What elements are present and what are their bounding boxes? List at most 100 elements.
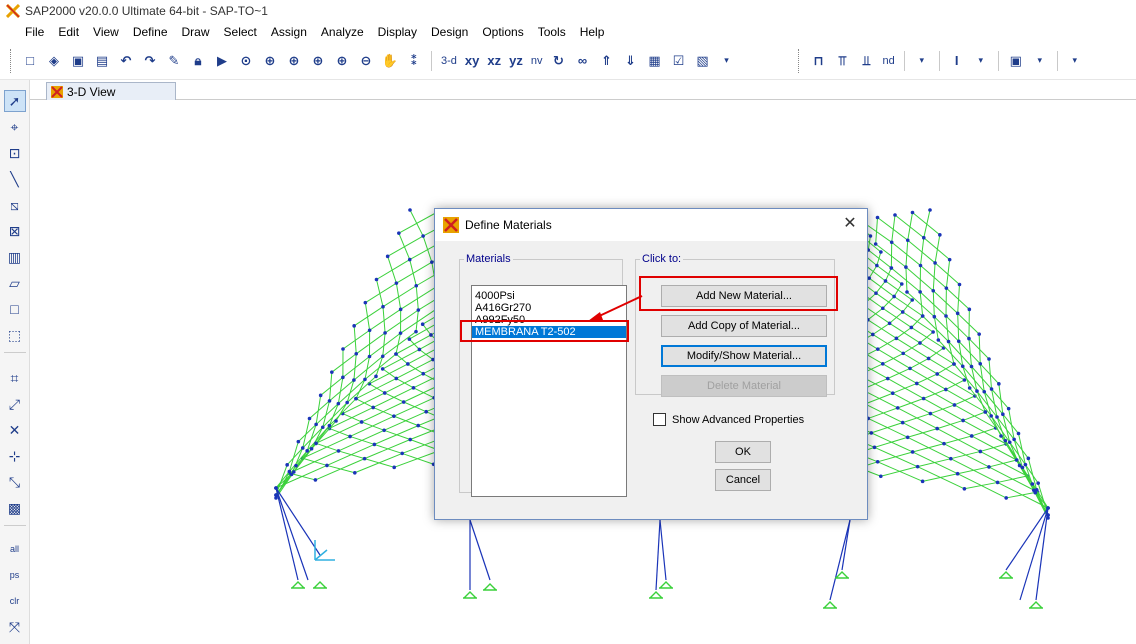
mesh-line <box>868 265 878 279</box>
zoom-out-icon[interactable]: ⊕ <box>332 51 352 71</box>
zoom-previous-icon[interactable]: ⊕ <box>284 51 304 71</box>
section-i-icon[interactable]: I <box>947 51 967 71</box>
menu-view[interactable]: View <box>86 25 126 39</box>
new-model-icon[interactable]: □ <box>20 51 40 71</box>
draw-section-cut-icon[interactable]: ⤡ <box>4 471 26 493</box>
rotate-view-icon[interactable]: ↻ <box>548 51 568 71</box>
set-display-icon[interactable]: ⁑ <box>404 51 424 71</box>
zoom-window-icon[interactable]: ⊕ <box>260 51 280 71</box>
intersect-select-icon[interactable]: ⤧ <box>4 616 26 638</box>
menu-file[interactable]: File <box>18 25 51 39</box>
draw-rect-area-icon[interactable]: □ <box>4 298 26 320</box>
dropdown-arrow-icon[interactable]: ▾ <box>1030 51 1050 71</box>
edit-pencil-icon[interactable]: ✎ <box>164 51 184 71</box>
draw-link-icon[interactable]: ⤢ <box>4 393 26 415</box>
previous-select-button[interactable]: ps <box>4 564 26 586</box>
mesh-node <box>417 347 422 352</box>
draw-special-joint-icon[interactable]: ⌗ <box>4 367 26 389</box>
menu-display[interactable]: Display <box>371 25 424 39</box>
mesh-line <box>962 366 971 389</box>
zoom-in-icon[interactable]: ⊕ <box>308 51 328 71</box>
ok-button[interactable]: OK <box>715 441 771 463</box>
view-3d-button[interactable]: 3-d <box>441 55 457 67</box>
save-icon[interactable]: ▣ <box>68 51 88 71</box>
checkbox-display-icon[interactable]: ☑ <box>668 51 688 71</box>
menu-design[interactable]: Design <box>424 25 475 39</box>
lock-icon[interactable]: 🔒︎ <box>188 51 208 71</box>
modify-show-material-button[interactable]: Modify/Show Material... <box>661 345 827 367</box>
frame-deformed-icon[interactable]: ⫫ <box>856 51 876 71</box>
menu-analyze[interactable]: Analyze <box>314 25 371 39</box>
quick-draw-area-icon[interactable]: ⬚ <box>4 324 26 346</box>
mesh-node <box>955 471 960 476</box>
quick-draw-secondary-icon[interactable]: ▥ <box>4 246 26 268</box>
materials-listbox[interactable]: 4000Psi A416Gr270 A992Fy50 MEMBRANA T2-5… <box>471 285 627 497</box>
pan-icon[interactable]: ✋ <box>380 51 400 71</box>
draw-frame-icon[interactable]: ╲ <box>4 168 26 190</box>
undo-icon[interactable]: ↶ <box>116 51 136 71</box>
quick-draw-braces-icon[interactable]: ⊠ <box>4 220 26 242</box>
menu-select[interactable]: Select <box>217 25 264 39</box>
redo-icon[interactable]: ↷ <box>140 51 160 71</box>
move-up-icon[interactable]: ⇑ <box>596 51 616 71</box>
run-analysis-icon[interactable]: ▶ <box>212 51 232 71</box>
object-shrink-icon[interactable]: ▦ <box>644 51 664 71</box>
view-yz-button[interactable]: yz <box>509 53 523 68</box>
menu-help[interactable]: Help <box>573 25 612 39</box>
material-item-4000psi[interactable]: 4000Psi <box>472 290 626 302</box>
open-icon[interactable]: ◈ <box>44 51 64 71</box>
menu-tools[interactable]: Tools <box>531 25 573 39</box>
mesh-line <box>364 439 411 460</box>
toolbar-grip-2[interactable] <box>798 48 800 73</box>
menu-define[interactable]: Define <box>126 25 175 39</box>
toolbar-grip[interactable] <box>10 48 12 73</box>
display-options-icon[interactable]: ▧ <box>692 51 712 71</box>
menu-options[interactable]: Options <box>475 25 530 39</box>
mesh-line <box>962 411 986 421</box>
frame-icon[interactable]: ⊓ <box>808 51 828 71</box>
tab-3d-view[interactable]: 3-D View <box>46 82 176 100</box>
zoom-extents-icon[interactable]: ⊖ <box>356 51 376 71</box>
mesh-node <box>1016 431 1021 436</box>
view-nv-button[interactable]: nv <box>531 55 543 67</box>
dropdown-arrow-icon[interactable]: ▾ <box>971 51 991 71</box>
show-advanced-checkbox[interactable] <box>653 413 666 426</box>
mesh-node <box>414 283 419 288</box>
close-icon[interactable]: ✕ <box>841 215 859 233</box>
dropdown-arrow-icon[interactable]: ▾ <box>1065 51 1085 71</box>
mesh-node <box>894 336 899 341</box>
view-nd-button[interactable]: nd <box>882 55 894 67</box>
mesh-line <box>376 259 411 280</box>
pointer-icon[interactable]: ➚ <box>3 90 26 112</box>
run-now-icon[interactable]: ⊙ <box>236 51 256 71</box>
select-all-button[interactable]: all <box>4 538 26 560</box>
print-icon[interactable]: ▤ <box>92 51 112 71</box>
draw-poly-area-icon[interactable]: ▱ <box>4 272 26 294</box>
quick-draw-frame-icon[interactable]: ⧅ <box>4 194 26 216</box>
dropdown-arrow-icon[interactable]: ▾ <box>912 51 932 71</box>
view-xy-button[interactable]: xy <box>465 53 479 68</box>
add-copy-material-button[interactable]: Add Copy of Material... <box>661 315 827 337</box>
area-section-icon[interactable]: ▣ <box>1006 51 1026 71</box>
menu-edit[interactable]: Edit <box>51 25 86 39</box>
move-down-icon[interactable]: ⇓ <box>620 51 640 71</box>
cancel-button[interactable]: Cancel <box>715 469 771 491</box>
draw-joint-icon[interactable]: ⊡ <box>4 142 26 164</box>
reshape-icon[interactable]: ⌖ <box>4 116 26 138</box>
material-item-a416gr270[interactable]: A416Gr270 <box>472 302 626 314</box>
dropdown-arrow-icon[interactable]: ▾ <box>716 51 736 71</box>
perspective-icon[interactable]: ∞ <box>572 51 592 71</box>
quick-draw-link-icon[interactable]: ✕ <box>4 419 26 441</box>
mesh-node <box>362 456 367 461</box>
support-cable <box>655 519 661 591</box>
menu-draw[interactable]: Draw <box>175 25 217 39</box>
frame-multi-icon[interactable]: ⫪ <box>832 51 852 71</box>
view-xz-button[interactable]: xz <box>487 53 501 68</box>
draw-tendon-icon[interactable]: ⊹ <box>4 445 26 467</box>
menu-assign[interactable]: Assign <box>264 25 314 39</box>
draw-solid-icon[interactable]: ▩ <box>4 497 26 519</box>
show-advanced-row[interactable]: Show Advanced Properties <box>653 413 804 426</box>
mesh-node <box>1012 437 1016 442</box>
clear-select-button[interactable]: clr <box>4 590 26 612</box>
support-cable <box>275 487 309 581</box>
